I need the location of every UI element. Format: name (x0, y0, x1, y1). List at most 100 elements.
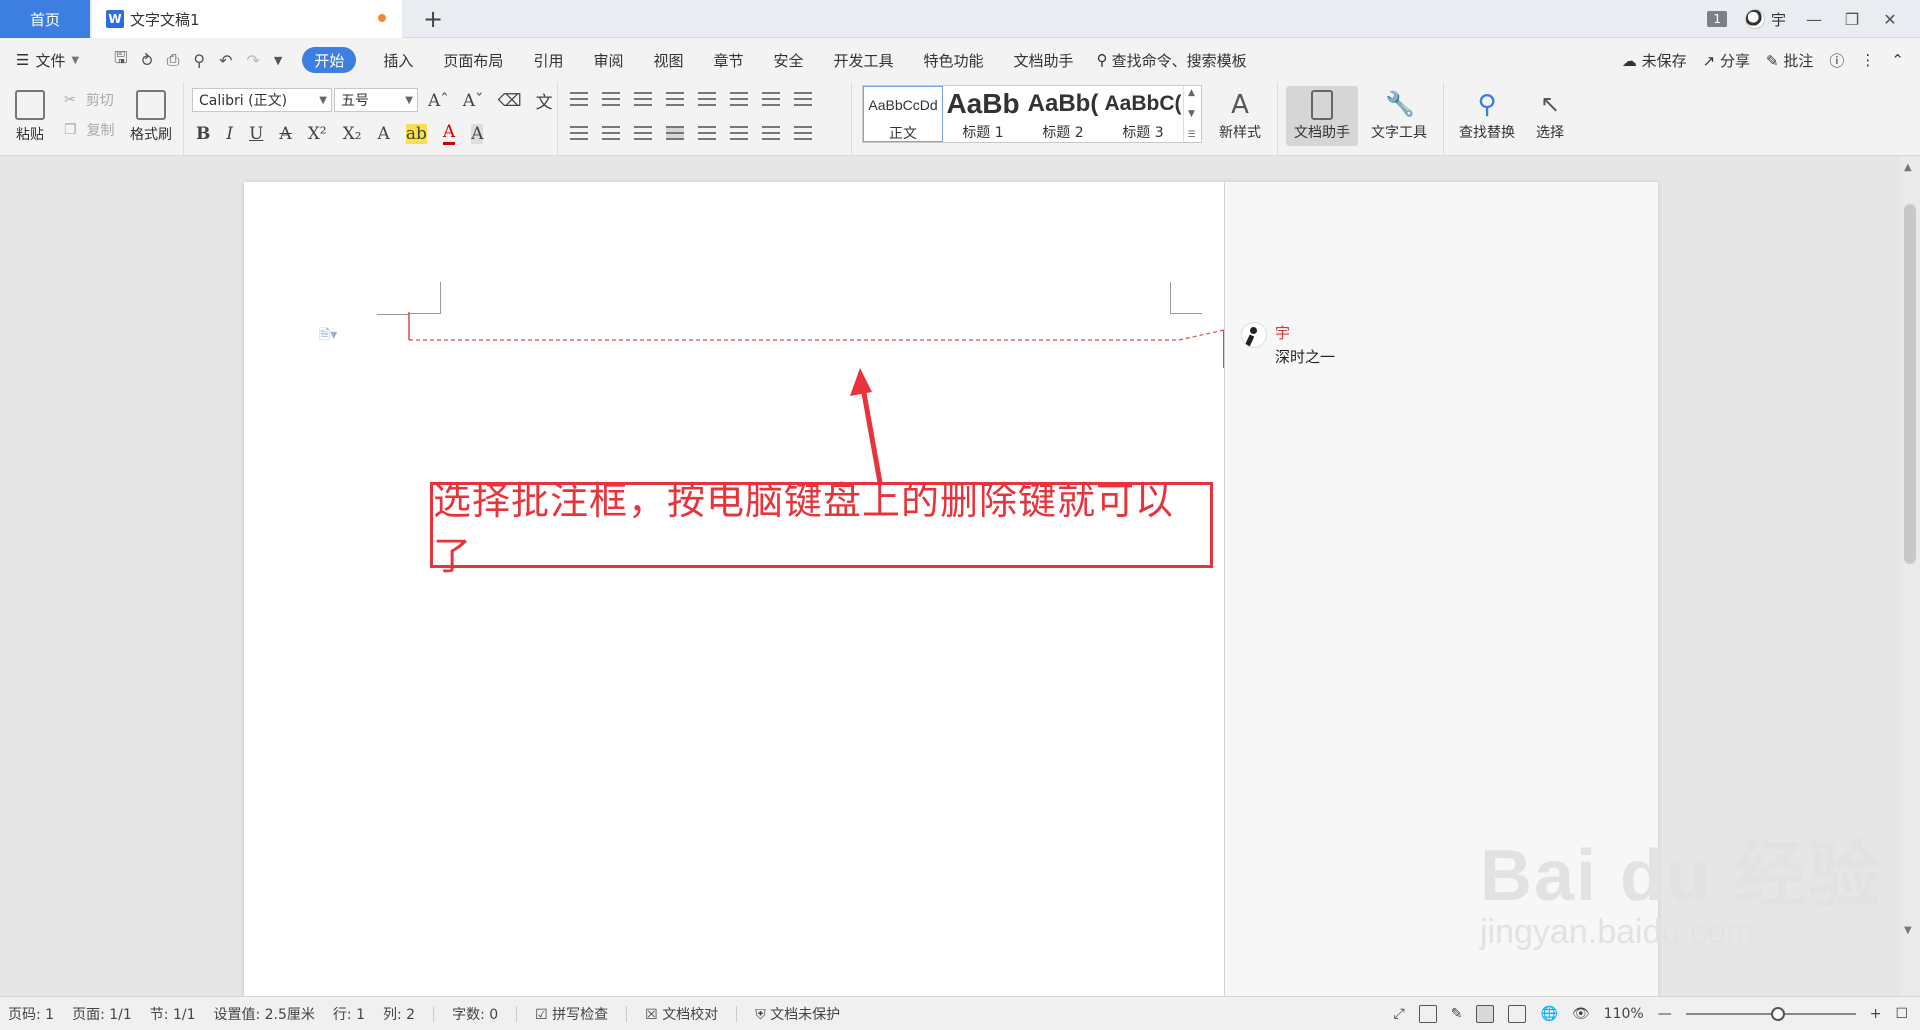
superscript-icon[interactable]: X² (308, 124, 327, 144)
customize-icon[interactable]: ▼ (274, 54, 282, 67)
tab-home-ribbon[interactable]: 开始 (302, 47, 357, 73)
zoom-out-icon[interactable]: — (1658, 1006, 1672, 1022)
font-color-icon[interactable]: A (442, 122, 456, 145)
grow-font-icon[interactable]: Aˆ (428, 91, 449, 111)
tab-special[interactable]: 特色功能 (909, 47, 999, 73)
outline-view-icon[interactable] (1508, 1005, 1527, 1023)
font-name-select[interactable]: Calibri (正文) ▼ (192, 88, 332, 112)
share-button[interactable]: ↗ 分享 (1703, 50, 1750, 71)
decrease-indent-icon[interactable] (634, 92, 652, 106)
align-justify-icon[interactable] (666, 126, 684, 140)
strikethrough-icon[interactable]: A (279, 124, 291, 144)
phonetic-icon[interactable]: 文 (536, 88, 553, 113)
proofread-button[interactable]: ☒ 文档校对 (645, 1004, 718, 1024)
shrink-font-icon[interactable]: Aˇ (463, 91, 484, 111)
save-icon[interactable]: 🖫 (114, 47, 128, 74)
page-view-icon[interactable] (1476, 1005, 1495, 1023)
zoom-level[interactable]: 110% (1604, 1006, 1644, 1022)
increase-indent-icon[interactable] (666, 92, 684, 106)
protect-button[interactable]: ⛨ 文档未保护 (755, 1004, 840, 1024)
align-center-icon[interactable] (602, 126, 620, 140)
status-word-count[interactable]: 字数: 0 (452, 1004, 498, 1024)
read-mode-icon[interactable] (1418, 1005, 1437, 1023)
style-heading-1[interactable]: AaBb 标题 1 (943, 86, 1023, 142)
cut-button[interactable]: ✂ 剪切 (64, 90, 114, 110)
scroll-thumb[interactable] (1904, 204, 1916, 564)
web-view-icon[interactable]: 🌐 (1540, 1006, 1557, 1022)
comment-text[interactable]: 深时之一 (1275, 346, 1335, 367)
tab-chapter[interactable]: 章节 (698, 47, 758, 73)
eye-protection-icon[interactable]: 👁 (1572, 1006, 1590, 1022)
align-left-icon[interactable] (570, 126, 588, 140)
tab-document[interactable]: W 文字文稿1 (92, 0, 402, 38)
vertical-scrollbar[interactable]: ▲ ▼ (1900, 156, 1920, 996)
user-account[interactable]: 宇 (1744, 9, 1786, 30)
style-heading-2[interactable]: AaBb( 标题 2 (1023, 86, 1103, 142)
zoom-fit-icon[interactable]: ☐ (1895, 1006, 1908, 1022)
show-marks-icon[interactable] (762, 92, 780, 106)
char-shading-icon[interactable]: A (471, 123, 484, 144)
more-icon[interactable]: ⋮ (1860, 51, 1875, 69)
shading-icon[interactable] (762, 126, 780, 140)
status-page-no[interactable]: 页码: 1 (8, 1004, 54, 1024)
unsaved-button[interactable]: ☁ 未保存 (1622, 50, 1687, 71)
fullscreen-icon[interactable]: ⤢ (1394, 1006, 1405, 1022)
tab-review[interactable]: 审阅 (578, 47, 638, 73)
tab-view[interactable]: 视图 (638, 47, 698, 73)
font-size-select[interactable]: 五号 ▼ (334, 88, 418, 112)
status-col[interactable]: 列: 2 (383, 1004, 415, 1024)
comment-button[interactable]: ✎ 批注 (1766, 50, 1813, 71)
document-page[interactable]: 🗎▾ 宇 深时之一 选择批注框，按电脑键盘上的删除键就可以了 (244, 182, 1658, 996)
zoom-slider[interactable] (1685, 1007, 1856, 1021)
table-tools-icon[interactable] (794, 92, 812, 106)
copy-button[interactable]: ❐ 复制 (64, 120, 115, 140)
style-normal[interactable]: AaBbCcDd 正文 (863, 86, 943, 142)
tab-developer[interactable]: 开发工具 (819, 47, 909, 73)
text-tools-button[interactable]: 🔧 文字工具 (1362, 86, 1436, 142)
text-effect-icon[interactable]: A (378, 124, 390, 144)
select-button[interactable]: ↖ 选择 (1528, 86, 1572, 142)
status-setting[interactable]: 设置值: 2.5厘米 (213, 1004, 314, 1024)
line-spacing-icon[interactable] (730, 126, 748, 140)
print-preview-icon[interactable]: ⚲ (193, 51, 205, 70)
status-row[interactable]: 行: 1 (333, 1004, 365, 1024)
sort-icon[interactable] (730, 92, 748, 106)
status-page-count[interactable]: 页面: 1/1 (72, 1004, 132, 1024)
help-icon[interactable]: ⓘ (1829, 50, 1844, 71)
bold-icon[interactable]: B (196, 124, 210, 144)
close-icon[interactable]: ✕ (1880, 10, 1900, 29)
new-style-button[interactable]: A 新样式 (1210, 86, 1270, 142)
chevron-down-icon[interactable]: ▼ (1188, 109, 1195, 119)
zoom-in-icon[interactable]: + (1870, 1006, 1882, 1022)
underline-icon[interactable]: U (249, 124, 263, 144)
styles-scroll[interactable]: ▲ ▼ ☰ (1183, 86, 1199, 142)
tab-home[interactable]: 首页 (0, 0, 90, 38)
find-replace-button[interactable]: ⚲ 查找替换 (1450, 86, 1524, 142)
subscript-icon[interactable]: X₂ (343, 124, 362, 144)
collapse-ribbon-icon[interactable]: ⌃ (1891, 51, 1904, 69)
borders-icon[interactable] (794, 126, 812, 140)
distribute-icon[interactable] (698, 126, 716, 140)
tab-doc-assistant[interactable]: 文档助手 (999, 47, 1089, 73)
tab-security[interactable]: 安全 (759, 47, 819, 73)
numbered-list-icon[interactable] (602, 92, 620, 106)
align-right-icon[interactable] (634, 126, 652, 140)
minimize-icon[interactable]: — (1804, 10, 1824, 29)
clear-format-icon[interactable]: ⌫ (498, 91, 522, 111)
paste-button[interactable]: 粘贴 (8, 84, 52, 144)
bullet-list-icon[interactable] (570, 92, 588, 106)
redo-icon[interactable]: ↷ (247, 51, 260, 70)
export-icon[interactable]: ⥁ (142, 51, 153, 70)
new-tab-button[interactable]: + (418, 4, 448, 34)
tab-insert[interactable]: 插入 (368, 47, 428, 73)
tab-page-layout[interactable]: 页面布局 (428, 47, 518, 73)
format-painter-button[interactable]: 格式刷 (124, 84, 178, 144)
page-badge[interactable]: 1 (1707, 11, 1727, 27)
expand-icon[interactable]: ☰ (1187, 130, 1195, 140)
pen-icon[interactable]: ✎ (1451, 1006, 1463, 1022)
scroll-up-icon[interactable]: ▲ (1904, 162, 1912, 173)
italic-icon[interactable]: I (226, 124, 233, 144)
chevron-up-icon[interactable]: ▲ (1188, 88, 1195, 98)
zoom-knob[interactable] (1770, 1007, 1785, 1021)
status-section[interactable]: 节: 1/1 (150, 1004, 196, 1024)
